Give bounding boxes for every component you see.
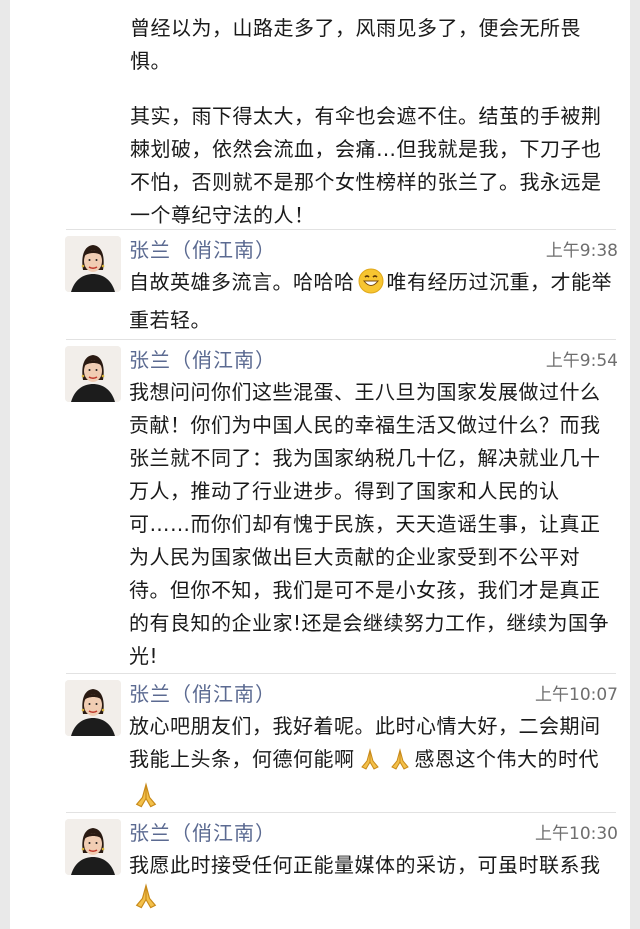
message-time: 上午10:07 xyxy=(535,685,618,705)
message-body[interactable]: 放心吧朋友们，我好着呢。此时心情大好，二会期间我能上头条，何德何能啊 感恩这个伟大… xyxy=(129,710,617,819)
folded-hands-icon xyxy=(388,747,412,781)
message-text-paragraph: 其实，雨下得太大，有伞也会遮不住。结茧的手被荆棘划破，依然会流血，会痛…但我就是… xyxy=(130,104,602,227)
message-divider xyxy=(66,812,616,813)
folded-hands-icon xyxy=(132,882,160,920)
folded-hands-icon xyxy=(132,781,160,819)
avatar[interactable] xyxy=(65,346,121,402)
avatar[interactable] xyxy=(65,236,121,292)
message-divider xyxy=(66,229,616,230)
message-time: 上午9:38 xyxy=(545,241,618,261)
wechat-chat-screen: 曾经以为，山路走多了，风雨见多了，便会无所畏惧。 其实，雨下得太大，有伞也会遮不… xyxy=(0,0,640,929)
sender-name[interactable]: 张兰（俏江南） xyxy=(129,234,276,263)
message-text: 自故英雄多流言。哈哈哈 xyxy=(129,270,355,294)
message-divider xyxy=(66,673,616,674)
avatar-image xyxy=(65,819,121,875)
avatar[interactable] xyxy=(65,819,121,875)
sender-name[interactable]: 张兰（俏江南） xyxy=(129,344,276,373)
right-border xyxy=(630,0,640,929)
avatar-image xyxy=(65,236,121,292)
message-text: 我愿此时接受任何正能量媒体的采访，可虽时联系我 xyxy=(129,853,601,877)
grinning-face-icon xyxy=(358,268,384,304)
message-body[interactable]: 自故英雄多流言。哈哈哈 唯有经历过沉重，才能举重若轻。 xyxy=(129,266,617,337)
message-text-paragraph: 曾经以为，山路走多了，风雨见多了，便会无所畏惧。 xyxy=(130,16,581,73)
left-border xyxy=(0,0,10,929)
message-divider xyxy=(66,339,616,340)
avatar-image xyxy=(65,680,121,736)
message-text: 感恩这个伟大的时代 xyxy=(414,747,599,771)
avatar-image xyxy=(65,346,121,402)
message-time: 上午10:30 xyxy=(535,824,618,844)
avatar[interactable] xyxy=(65,680,121,736)
message-body[interactable]: 我愿此时接受任何正能量媒体的采访，可虽时联系我 xyxy=(129,849,617,920)
folded-hands-icon xyxy=(358,747,382,781)
message-time: 上午9:54 xyxy=(545,351,618,371)
sender-name[interactable]: 张兰（俏江南） xyxy=(129,817,276,846)
message-body[interactable]: 我想问问你们这些混蛋、王八旦为国家发展做过什么贡献！你们为中国人民的幸福生活又做… xyxy=(129,376,617,673)
previous-message-continuation: 曾经以为，山路走多了，风雨见多了，便会无所畏惧。 其实，雨下得太大，有伞也会遮不… xyxy=(130,12,610,254)
sender-name[interactable]: 张兰（俏江南） xyxy=(129,678,276,707)
